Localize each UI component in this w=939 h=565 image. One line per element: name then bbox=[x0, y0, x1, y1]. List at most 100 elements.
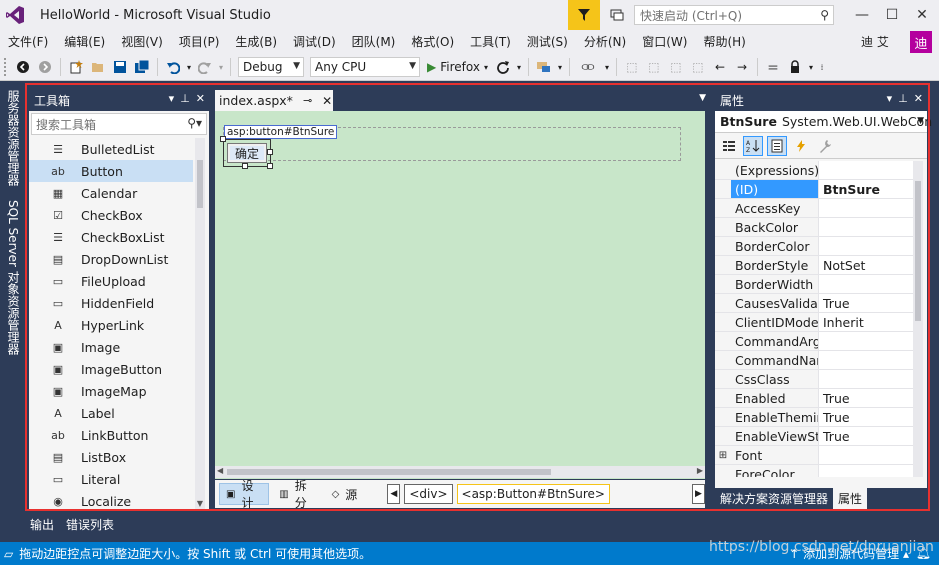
menu-debug[interactable]: 调试(D) bbox=[285, 30, 344, 54]
save-all-icon[interactable] bbox=[132, 57, 152, 77]
comment-icon[interactable]: ⬚ bbox=[622, 57, 642, 77]
toolbox-item[interactable]: A Label bbox=[29, 402, 193, 424]
property-value[interactable] bbox=[819, 275, 913, 293]
property-value[interactable] bbox=[819, 237, 913, 255]
property-grid-scrollbar[interactable] bbox=[913, 161, 923, 477]
feedback-icon[interactable] bbox=[606, 5, 628, 25]
close-icon[interactable]: ✕ bbox=[914, 92, 923, 105]
property-row[interactable]: CommandNan bbox=[715, 351, 913, 370]
menu-test[interactable]: 测试(S) bbox=[519, 30, 576, 54]
object-selector[interactable]: BtnSure System.Web.UI.WebCon ▼ bbox=[715, 111, 932, 133]
toolbox-search-input[interactable]: 搜索工具箱 ⚲▾ bbox=[31, 113, 207, 135]
resize-handle[interactable] bbox=[267, 149, 273, 155]
property-value[interactable]: True bbox=[819, 389, 913, 407]
breadcrumb-next-icon[interactable]: ▶ bbox=[691, 484, 705, 504]
property-row[interactable]: EnableThemin True bbox=[715, 408, 913, 427]
confirm-button[interactable]: 确定 bbox=[227, 143, 267, 163]
property-value[interactable]: BtnSure bbox=[819, 180, 913, 198]
arrow-right-icon[interactable]: → bbox=[732, 57, 752, 77]
toolbox-item[interactable]: ☰ BulletedList bbox=[29, 138, 193, 160]
events-lightning-icon[interactable] bbox=[791, 136, 811, 156]
toolbox-item[interactable]: ▤ DropDownList bbox=[29, 248, 193, 270]
split-view-button[interactable]: ▥ 拆分 bbox=[273, 479, 321, 510]
open-folder-icon[interactable] bbox=[88, 57, 108, 77]
server-explorer-tab[interactable]: 服务器资源管理器 bbox=[2, 86, 22, 190]
property-value[interactable]: True bbox=[819, 427, 913, 445]
resize-handle[interactable] bbox=[267, 163, 273, 169]
property-value[interactable] bbox=[819, 161, 913, 179]
breadcrumb-asp-button[interactable]: <asp:Button#BtnSure> bbox=[456, 484, 610, 504]
configuration-select[interactable]: Debug ▼ bbox=[238, 57, 304, 77]
pin-icon[interactable]: ⊥ bbox=[898, 92, 908, 105]
quick-launch-input[interactable]: 快速启动 (Ctrl+Q) ⚲ bbox=[634, 5, 834, 25]
alphabetical-icon[interactable]: AZ bbox=[743, 135, 763, 156]
equals-icon[interactable]: ＝ bbox=[763, 57, 783, 77]
minimize-button[interactable]: — bbox=[847, 0, 877, 30]
toolbox-item[interactable]: ☑ CheckBox bbox=[29, 204, 193, 226]
scroll-down-icon[interactable]: ▼ bbox=[195, 499, 205, 509]
save-icon[interactable] bbox=[110, 57, 130, 77]
tab-solution-explorer[interactable]: 解决方案资源管理器 bbox=[715, 488, 833, 509]
toolbox-item[interactable]: ▣ ImageButton bbox=[29, 358, 193, 380]
comment-delete-icon[interactable]: ⬚ bbox=[688, 57, 708, 77]
expand-icon[interactable]: ⊞ bbox=[715, 446, 731, 464]
property-value[interactable] bbox=[819, 370, 913, 388]
undo-dropdown-icon[interactable]: ▾ bbox=[185, 57, 193, 77]
refresh-dropdown-icon[interactable]: ▾ bbox=[515, 57, 523, 77]
close-icon[interactable]: ✕ bbox=[322, 94, 332, 108]
scroll-left-icon[interactable]: ◀ bbox=[217, 466, 223, 475]
property-row[interactable]: BorderWidth bbox=[715, 275, 913, 294]
design-view-toggle-icon[interactable]: ⫏⫐ bbox=[575, 57, 601, 77]
menu-team[interactable]: 团队(M) bbox=[344, 30, 404, 54]
property-pages-wrench-icon[interactable] bbox=[815, 136, 835, 156]
user-name[interactable]: 迪 艾 bbox=[861, 30, 889, 54]
resize-handle[interactable] bbox=[220, 136, 226, 142]
property-row[interactable]: (ID) BtnSure bbox=[715, 180, 913, 199]
toolbox-item[interactable]: ▣ ImageMap bbox=[29, 380, 193, 402]
comment-next-icon[interactable]: ⬚ bbox=[644, 57, 664, 77]
panel-dropdown-icon[interactable]: ▾ bbox=[887, 92, 893, 105]
property-value[interactable] bbox=[819, 199, 913, 217]
property-value[interactable] bbox=[819, 332, 913, 350]
pin-icon[interactable]: ⊥ bbox=[180, 92, 190, 105]
refresh-icon[interactable] bbox=[493, 57, 513, 77]
toolbox-item[interactable]: ab LinkButton bbox=[29, 424, 193, 446]
property-row[interactable]: ForeColor bbox=[715, 465, 913, 477]
source-view-button[interactable]: ◇ 源 bbox=[326, 483, 364, 505]
property-row[interactable]: CommandArgu bbox=[715, 332, 913, 351]
tab-list-dropdown-icon[interactable]: ▼ bbox=[699, 93, 706, 103]
property-row[interactable]: CausesValidati True bbox=[715, 294, 913, 313]
menu-file[interactable]: 文件(F) bbox=[0, 30, 56, 54]
design-surface[interactable]: asp:button#BtnSure 确定 bbox=[215, 111, 705, 479]
menu-project[interactable]: 项目(P) bbox=[171, 30, 228, 54]
start-debugging-button[interactable]: ▶ Firefox ▾ bbox=[423, 57, 492, 77]
scrollbar-thumb[interactable] bbox=[227, 469, 551, 475]
tab-output[interactable]: 输出 bbox=[24, 516, 60, 533]
menu-analyze[interactable]: 分析(N) bbox=[576, 30, 634, 54]
toolbox-item[interactable]: ▭ FileUpload bbox=[29, 270, 193, 292]
scrollbar-thumb[interactable] bbox=[197, 160, 203, 208]
resize-handle[interactable] bbox=[242, 163, 248, 169]
toolbox-item[interactable]: ☰ CheckBoxList bbox=[29, 226, 193, 248]
pin-icon[interactable]: ⊸ bbox=[303, 94, 312, 107]
scroll-right-icon[interactable]: ▶ bbox=[697, 466, 703, 475]
properties-view-icon[interactable] bbox=[767, 135, 787, 156]
undo-icon[interactable] bbox=[163, 57, 183, 77]
toolbox-item[interactable]: ▭ Literal bbox=[29, 468, 193, 490]
toolbox-item[interactable]: ab Button bbox=[29, 160, 193, 182]
property-value[interactable] bbox=[819, 351, 913, 369]
property-value[interactable]: True bbox=[819, 294, 913, 312]
tab-properties[interactable]: 属性 bbox=[833, 488, 868, 509]
property-row[interactable]: BackColor bbox=[715, 218, 913, 237]
redo-dropdown-icon[interactable]: ▾ bbox=[217, 57, 225, 77]
avatar[interactable]: 迪 bbox=[910, 31, 932, 53]
tab-error-list[interactable]: 错误列表 bbox=[60, 516, 120, 533]
property-row[interactable]: ClientIDMode Inherit bbox=[715, 313, 913, 332]
categorized-icon[interactable] bbox=[719, 136, 739, 156]
toolbox-item[interactable]: ▭ HiddenField bbox=[29, 292, 193, 314]
editor-horizontal-scrollbar[interactable]: ◀ ▶ bbox=[215, 466, 705, 478]
menu-view[interactable]: 视图(V) bbox=[113, 30, 171, 54]
back-icon[interactable] bbox=[13, 57, 33, 77]
design-view-button[interactable]: ▣ 设计 bbox=[219, 479, 270, 510]
property-row[interactable]: (Expressions) bbox=[715, 161, 913, 180]
